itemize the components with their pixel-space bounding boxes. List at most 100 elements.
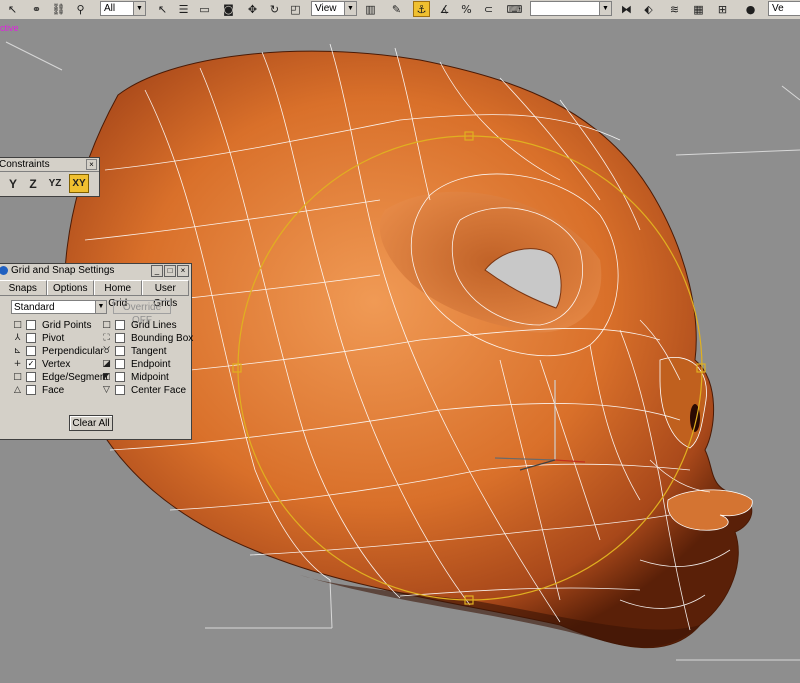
tab-user-grids[interactable]: User Grids <box>141 280 189 309</box>
checkbox[interactable] <box>26 320 36 330</box>
checkbox[interactable] <box>26 385 36 395</box>
close-icon[interactable]: × <box>86 159 97 170</box>
midpoint-icon: ◩ <box>102 371 111 382</box>
layer-manager-icon[interactable]: ≋ <box>666 1 683 17</box>
snap-edge-segment[interactable]: □ Edge/Segment <box>13 371 108 383</box>
snap-pivot[interactable]: ⅄ Pivot <box>13 332 64 344</box>
checkbox-checked[interactable]: ✓ <box>26 359 36 369</box>
snap-midpoint[interactable]: ◩ Midpoint <box>102 371 169 383</box>
snap-tangent[interactable]: ♉ Tangent <box>102 345 166 357</box>
vertex-icon: + <box>13 358 22 369</box>
app-icon <box>0 266 8 275</box>
move-icon[interactable]: ✥ <box>244 1 261 17</box>
endpoint-icon: ◪ <box>102 358 111 369</box>
clear-all-button[interactable]: Clear All <box>69 415 113 431</box>
snaps-toggle-icon[interactable]: ⚓ <box>413 1 430 17</box>
material-editor-icon[interactable]: ● <box>742 1 759 17</box>
snap-label: Pivot <box>42 332 65 344</box>
constraint-z-button[interactable]: Z <box>25 174 41 193</box>
bounding-box-icon: ⛶ <box>103 332 110 343</box>
constraint-xy-button[interactable]: XY <box>69 174 89 193</box>
checkbox[interactable] <box>26 346 36 356</box>
chevron-down-icon: ▼ <box>133 2 145 15</box>
snap-bounding-box[interactable]: ⛶ Bounding Box <box>102 332 193 344</box>
percent-snap-icon[interactable]: % <box>458 1 475 17</box>
render-type-dropdown[interactable]: Ve <box>768 1 800 16</box>
grid-snap-settings-dialog: Grid and Snap Settings _ □ × Snaps Optio… <box>0 263 193 440</box>
checkbox[interactable] <box>115 320 125 330</box>
face-icon: △ <box>14 384 21 395</box>
checkbox[interactable] <box>26 372 36 382</box>
snap-grid-lines[interactable]: □ Grid Lines <box>102 319 177 331</box>
tab-options[interactable]: Options <box>46 280 94 295</box>
main-toolbar: ↖ ⚭ ⛓ ⚲ All ▼ ↖ ☰ ▭ ◙ ✥ ↻ ◰ View ▼ ▥ ✎ ⚓… <box>0 0 800 20</box>
scale-icon[interactable]: ◰ <box>287 1 304 17</box>
select-object-icon[interactable]: ↖ <box>4 1 21 17</box>
snap-label: Vertex <box>42 358 71 370</box>
checkbox[interactable] <box>115 372 125 382</box>
maximize-icon[interactable]: □ <box>164 265 176 277</box>
snap-label: Grid Points <box>42 319 92 331</box>
tab-home-grid[interactable]: Home Grid <box>94 280 142 309</box>
select-by-name-icon[interactable]: ☰ <box>175 1 192 17</box>
center-face-icon: ▽ <box>103 384 110 395</box>
grid-points-icon: □ <box>13 319 22 330</box>
render-type-value: Ve <box>772 3 784 14</box>
align-icon[interactable]: ⬖ <box>640 1 657 17</box>
snap-center-face[interactable]: ▽ Center Face <box>102 384 186 396</box>
edge-icon: □ <box>13 371 22 382</box>
perpendicular-icon: ⊾ <box>13 345 22 356</box>
snap-label: Face <box>42 384 65 396</box>
snap-label: Grid Lines <box>131 319 177 331</box>
named-selection-dropdown[interactable]: ▼ <box>530 1 612 16</box>
snap-label: Endpoint <box>131 358 171 370</box>
tab-snaps[interactable]: Snaps <box>0 280 47 295</box>
snap-label: Center Face <box>131 384 187 396</box>
snap-endpoint[interactable]: ◪ Endpoint <box>102 358 170 370</box>
chevron-down-icon: ▼ <box>95 301 106 313</box>
rect-selection-icon[interactable]: ▭ <box>196 1 213 17</box>
override-button[interactable]: Override OFF <box>113 300 171 326</box>
constraints-toolbar: Constraints × Y Z YZ XY <box>0 157 100 197</box>
checkbox[interactable] <box>115 385 125 395</box>
curve-editor-icon[interactable]: ▦ <box>690 1 707 17</box>
snap-grid-points[interactable]: □ Grid Points <box>13 319 91 331</box>
constraint-yz-button[interactable]: YZ <box>45 174 65 193</box>
chevron-down-icon: ▼ <box>344 2 356 15</box>
checkbox[interactable] <box>115 346 125 356</box>
checkbox[interactable] <box>26 333 36 343</box>
schematic-view-icon[interactable]: ⊞ <box>714 1 731 17</box>
named-selection-icon[interactable]: ⌨ <box>506 1 523 17</box>
chevron-down-icon: ▼ <box>599 2 611 15</box>
snap-perpendicular[interactable]: ⊾ Perpendicular <box>13 345 104 357</box>
window-crossing-icon[interactable]: ◙ <box>220 1 237 17</box>
pivot-icon: ⅄ <box>14 332 21 343</box>
mirror-icon[interactable]: ⧓ <box>618 1 635 17</box>
pivot-center-icon[interactable]: ▥ <box>362 1 379 17</box>
unlink-icon[interactable]: ⛓ <box>50 1 67 17</box>
select-icon[interactable]: ↖ <box>154 1 171 17</box>
constraint-y-button[interactable]: Y <box>5 174 21 193</box>
select-manipulate-icon[interactable]: ✎ <box>388 1 405 17</box>
snap-label: Perpendicular <box>42 345 104 357</box>
reference-coord-dropdown[interactable]: View ▼ <box>311 1 357 16</box>
rotate-icon[interactable]: ↻ <box>266 1 283 17</box>
snap-vertex[interactable]: + ✓ Vertex <box>13 358 71 370</box>
link-icon[interactable]: ⚭ <box>28 1 45 17</box>
spinner-snap-icon[interactable]: ⊂ <box>480 1 497 17</box>
selection-filter-dropdown[interactable]: All ▼ <box>100 1 146 16</box>
reference-coord-value: View <box>315 3 337 14</box>
angle-snap-icon[interactable]: ∡ <box>436 1 453 17</box>
snap-label: Bounding Box <box>131 332 194 344</box>
bind-space-warp-icon[interactable]: ⚲ <box>72 1 89 17</box>
selection-filter-value: All <box>104 3 116 14</box>
dialog-title: Grid and Snap Settings <box>11 265 115 276</box>
checkbox[interactable] <box>115 359 125 369</box>
tangent-icon: ♉ <box>102 345 111 356</box>
snap-face[interactable]: △ Face <box>13 384 64 396</box>
close-icon[interactable]: × <box>177 265 189 277</box>
checkbox[interactable] <box>115 333 125 343</box>
snap-preset-dropdown[interactable]: Standard ▼ <box>11 300 107 314</box>
minimize-icon[interactable]: _ <box>151 265 163 277</box>
snap-label: Edge/Segment <box>42 371 109 383</box>
